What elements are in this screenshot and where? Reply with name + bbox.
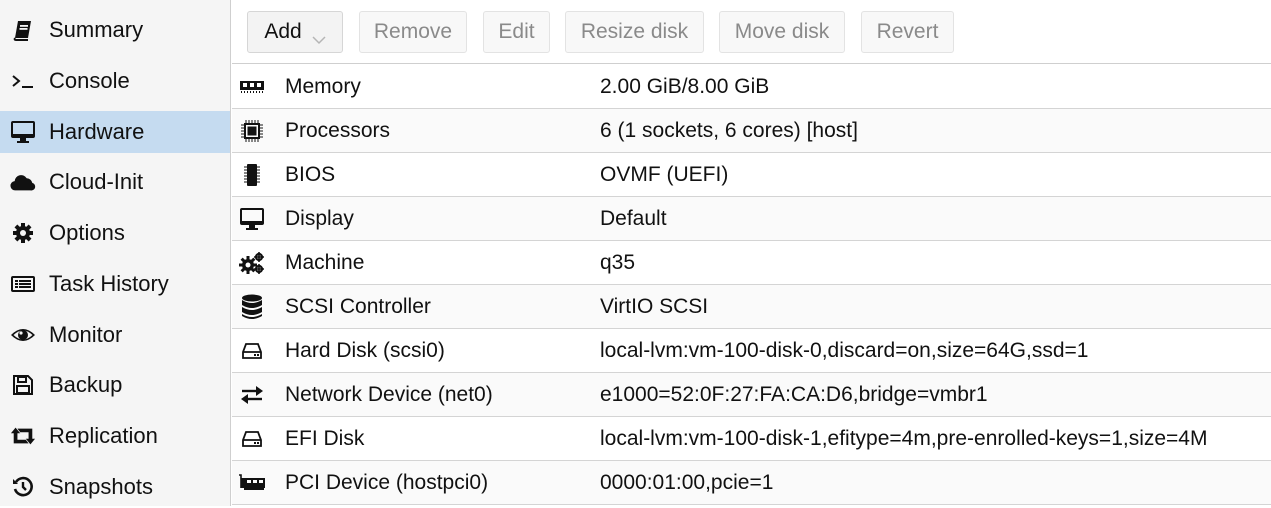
- sidebar-item-label: Snapshots: [49, 474, 153, 499]
- toolbar: Add Remove Edit Resize disk Move disk Re…: [232, 0, 1271, 64]
- table-row-processors[interactable]: Processors 6 (1 sockets, 6 cores) [host]: [232, 109, 1271, 153]
- sidebar-item-label: Cloud-Init: [49, 169, 144, 194]
- desktop-icon: [10, 120, 36, 144]
- terminal-icon: [10, 69, 36, 93]
- row-name: Display: [285, 206, 354, 230]
- sidebar-item-hardware[interactable]: Hardware: [0, 111, 230, 153]
- chevron-down-icon: [312, 27, 326, 45]
- sidebar-item-label: Options: [49, 220, 125, 245]
- floppy-icon: [10, 373, 36, 397]
- sidebar-item-label: Console: [49, 68, 130, 93]
- pci-card-icon: [238, 470, 266, 496]
- sidebar-item-cloud-init[interactable]: Cloud-Init: [0, 161, 230, 203]
- revert-button[interactable]: Revert: [861, 11, 954, 53]
- row-name: Processors: [285, 118, 391, 142]
- row-value: Default: [600, 206, 667, 230]
- sidebar-item-label: Replication: [49, 423, 158, 448]
- row-value: local-lvm:vm-100-disk-0,discard=on,size=…: [600, 338, 1089, 362]
- row-value: 2.00 GiB/8.00 GiB: [600, 74, 770, 98]
- cogs-icon: [238, 250, 266, 276]
- add-button[interactable]: Add: [247, 11, 343, 53]
- hdd-icon: [238, 338, 266, 364]
- row-name: Hard Disk (scsi0): [285, 338, 445, 362]
- row-value: 6 (1 sockets, 6 cores) [host]: [600, 118, 858, 142]
- remove-button[interactable]: Remove: [359, 11, 467, 53]
- sidebar-item-console[interactable]: Console: [0, 60, 230, 102]
- sidebar-item-monitor[interactable]: Monitor: [0, 314, 230, 356]
- hdd-icon: [238, 426, 266, 452]
- sidebar-item-options[interactable]: Options: [0, 212, 230, 254]
- book-icon: [10, 18, 36, 42]
- sidebar-item-summary[interactable]: Summary: [0, 9, 230, 51]
- sidebar-item-snapshots[interactable]: Snapshots: [0, 466, 230, 508]
- eye-icon: [10, 323, 36, 347]
- cpu-icon: [238, 118, 266, 144]
- table-row-efi-disk[interactable]: EFI Disk local-lvm:vm-100-disk-1,efitype…: [232, 417, 1271, 461]
- retweet-icon: [10, 424, 36, 448]
- resize-disk-button[interactable]: Resize disk: [565, 11, 704, 53]
- table-row-bios[interactable]: BIOS OVMF (UEFI): [232, 153, 1271, 197]
- microchip-icon: [238, 162, 266, 188]
- history-icon: [10, 475, 36, 499]
- table-row-machine[interactable]: Machine q35: [232, 241, 1271, 285]
- row-name: SCSI Controller: [285, 294, 431, 318]
- row-value: OVMF (UEFI): [600, 162, 729, 186]
- table-row-hard-disk[interactable]: Hard Disk (scsi0) local-lvm:vm-100-disk-…: [232, 329, 1271, 373]
- sidebar-item-backup[interactable]: Backup: [0, 364, 230, 406]
- row-name: BIOS: [285, 162, 336, 186]
- sidebar-item-replication[interactable]: Replication: [0, 415, 230, 457]
- hardware-panel: Add Remove Edit Resize disk Move disk Re…: [232, 0, 1271, 506]
- exchange-icon: [238, 382, 266, 408]
- row-name: Network Device (net0): [285, 382, 493, 406]
- table-row-memory[interactable]: Memory 2.00 GiB/8.00 GiB: [232, 65, 1271, 109]
- row-name: EFI Disk: [285, 426, 365, 450]
- table-row-pci-device[interactable]: PCI Device (hostpci0) 0000:01:00,pcie=1: [232, 461, 1271, 505]
- table-row-scsi-controller[interactable]: SCSI Controller VirtIO SCSI: [232, 285, 1271, 329]
- database-icon: [238, 294, 266, 320]
- cloud-icon: [10, 170, 36, 194]
- row-name: PCI Device (hostpci0): [285, 470, 489, 494]
- list-icon: [10, 272, 36, 296]
- sidebar: Summary Console Hardware Cloud-Init Opti…: [0, 0, 231, 506]
- row-name: Machine: [285, 250, 365, 274]
- row-value: 0000:01:00,pcie=1: [600, 470, 774, 494]
- desktop-icon: [238, 206, 266, 232]
- row-name: Memory: [285, 74, 361, 98]
- edit-button[interactable]: Edit: [483, 11, 550, 53]
- sidebar-item-label: Task History: [49, 271, 169, 296]
- memory-icon: [238, 74, 266, 100]
- sidebar-item-label: Monitor: [49, 322, 123, 347]
- sidebar-item-task-history[interactable]: Task History: [0, 263, 230, 305]
- table-row-display[interactable]: Display Default: [232, 197, 1271, 241]
- table-row-network-device[interactable]: Network Device (net0) e1000=52:0F:27:FA:…: [232, 373, 1271, 417]
- sidebar-item-label: Summary: [49, 17, 144, 42]
- row-value: local-lvm:vm-100-disk-1,efitype=4m,pre-e…: [600, 426, 1208, 450]
- move-disk-button[interactable]: Move disk: [719, 11, 845, 53]
- gear-icon: [10, 221, 36, 245]
- add-button-label: Add: [264, 20, 302, 43]
- sidebar-item-label: Backup: [49, 372, 123, 397]
- sidebar-item-label: Hardware: [49, 119, 145, 144]
- row-value: e1000=52:0F:27:FA:CA:D6,bridge=vmbr1: [600, 382, 988, 406]
- row-value: VirtIO SCSI: [600, 294, 709, 318]
- row-value: q35: [600, 250, 636, 274]
